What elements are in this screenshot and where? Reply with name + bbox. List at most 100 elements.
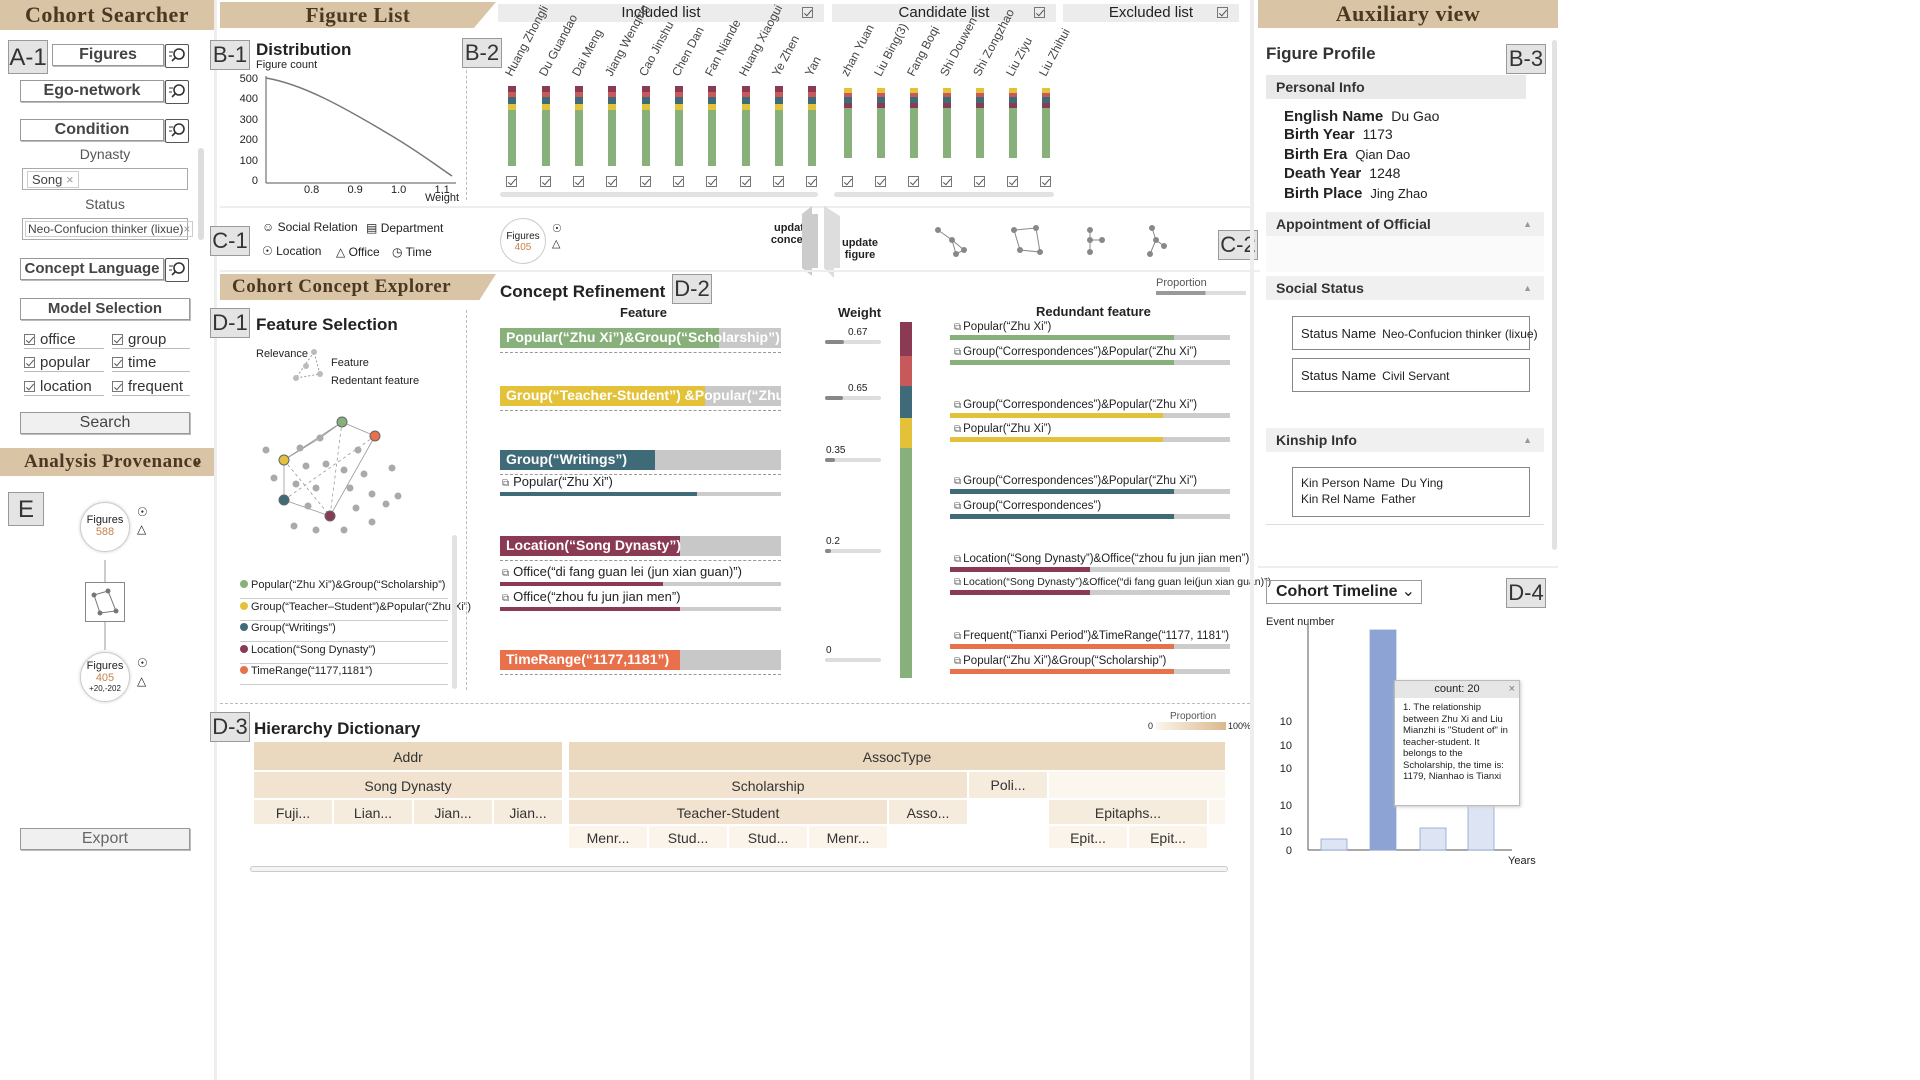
check-group[interactable]: group <box>112 331 190 349</box>
hierarchy-scrollbar[interactable] <box>250 866 1228 872</box>
hierarchy-teacher-leaf[interactable]: Menr... <box>568 825 648 849</box>
sub-feature-item[interactable]: ⧉ Office(“di fang guan lei (jun xian guan… <box>502 564 742 579</box>
figure-column[interactable]: Liu Ziyu <box>1001 0 1035 192</box>
redundant-feature-item[interactable]: ⧉ Group(“Correspondences”)&Popular(“Zhu X… <box>954 399 1197 411</box>
figure-column[interactable]: Jiang Wenqing <box>600 0 652 192</box>
feature-list-item[interactable]: Popular(“Zhu Xi”)&Group(“Scholarship”) <box>240 579 448 599</box>
figure-column[interactable]: Liu Bing(3) <box>869 0 911 192</box>
figure-checkbox[interactable] <box>842 176 853 187</box>
figure-checkbox[interactable] <box>908 176 919 187</box>
feature-list-item[interactable]: Group(“Writings”) <box>240 622 448 642</box>
feature-list-item[interactable]: Group(“Teacher–Student”)&Popular(“Zhu Xi… <box>240 601 471 621</box>
chevron-down-icon[interactable]: ⌄ <box>1402 581 1415 603</box>
weight-slider[interactable] <box>825 549 881 553</box>
dynasty-tag[interactable]: Song × <box>27 171 79 188</box>
hierarchy-scholarship[interactable]: Scholarship <box>568 771 968 799</box>
figure-column[interactable]: Huang Zhongli <box>500 0 551 192</box>
check-popular[interactable]: popular <box>24 354 104 372</box>
redundant-feature-item[interactable]: ⧉ Location(“Song Dynasty”)&Office(“di fan… <box>954 576 1271 588</box>
figure-column[interactable]: zhan Yuan <box>836 0 877 192</box>
provenance-node-1[interactable]: Figures 588 <box>80 502 130 552</box>
redundant-feature-item[interactable]: ⧉ Group(“Correspondences”)&Popular(“Zhu X… <box>954 346 1197 358</box>
hierarchy-epitaphs[interactable]: Epitaphs... <box>1048 799 1208 825</box>
feature-network[interactable] <box>260 408 420 538</box>
c1-figures-node[interactable]: Figures 405 <box>500 218 546 264</box>
concept-shape-icon-4[interactable] <box>1144 224 1170 258</box>
hierarchy-poli[interactable]: Poli... <box>968 771 1048 799</box>
figure-checkbox[interactable] <box>673 176 684 187</box>
check-office[interactable]: office <box>24 331 104 349</box>
search-button[interactable]: Search <box>20 412 190 434</box>
hierarchy-epit-leaf[interactable]: Epit... <box>1048 825 1128 849</box>
figure-checkbox[interactable] <box>740 176 751 187</box>
hierarchy-teacher-leaf[interactable]: Stud... <box>728 825 808 849</box>
sub-feature-item[interactable]: ⧉ Popular(“Zhu Xi”) <box>502 474 613 489</box>
figures-search-icon[interactable] <box>165 44 189 68</box>
redundant-feature-item[interactable]: ⧉ Group(“Correspondences”)&Popular(“Zhu X… <box>954 475 1197 487</box>
figure-checkbox[interactable] <box>806 176 817 187</box>
timeline-bar[interactable] <box>1320 838 1348 851</box>
ego-network-button[interactable]: Ego-network <box>20 80 164 102</box>
candidate-scrollbar[interactable] <box>834 192 1054 197</box>
close-icon[interactable]: × <box>1509 681 1515 698</box>
feature-bar[interactable]: Popular(“Zhu Xi”)&Group(“Scholarship”) <box>500 328 781 348</box>
figures-search-button[interactable]: Figures <box>52 44 164 66</box>
figure-checkbox[interactable] <box>540 176 551 187</box>
figure-checkbox[interactable] <box>1040 176 1051 187</box>
concept-language-search-icon[interactable] <box>165 258 189 282</box>
included-scrollbar[interactable] <box>500 192 818 197</box>
check-frequent[interactable]: frequent <box>112 378 190 396</box>
collapse-icon[interactable]: ▲ <box>1523 428 1532 452</box>
collapse-icon[interactable]: ▲ <box>1523 212 1532 236</box>
figure-column[interactable]: Fan Niande <box>700 0 743 192</box>
feature-bar[interactable]: Group(“Writings”) <box>500 450 781 470</box>
figure-checkbox[interactable] <box>773 176 784 187</box>
redundant-feature-item[interactable]: ⧉ Popular(“Zhu Xi”) <box>954 321 1051 333</box>
appointment-header[interactable]: Appointment of Official ▲ <box>1266 212 1544 236</box>
status-input[interactable]: Neo-Confucion thinker (lixue)× <box>22 218 194 240</box>
figure-checkbox[interactable] <box>573 176 584 187</box>
hierarchy-addr-leaf[interactable]: Lian... <box>333 799 413 825</box>
weight-slider[interactable] <box>825 396 881 400</box>
condition-button[interactable]: Condition <box>20 119 164 141</box>
redundant-feature-item[interactable]: ⧉ Frequent(“Tianxi Period”)&TimeRange(“11… <box>954 630 1229 642</box>
collapse-icon[interactable]: ▲ <box>1523 276 1532 300</box>
hierarchy-teacher-student[interactable]: Teacher-Student <box>568 799 888 825</box>
hierarchy-teacher-leaf[interactable]: Menr... <box>808 825 888 849</box>
figure-checkbox[interactable] <box>1007 176 1018 187</box>
feature-bar[interactable]: TimeRange(“1177,1181”) <box>500 650 781 670</box>
feature-bar[interactable]: Group(“Teacher-Student”) &Popular(“Zhu X… <box>500 386 813 406</box>
figure-column[interactable]: Ye Zhen <box>767 0 802 192</box>
figure-column[interactable]: Dai Meng <box>567 0 605 192</box>
analysis-provenance-header[interactable]: Analysis Provenance ⌄ <box>0 448 214 476</box>
hierarchy-addr-leaf[interactable]: Jian... <box>493 799 563 825</box>
figure-checkbox[interactable] <box>875 176 886 187</box>
hierarchy-teacher-leaf[interactable]: Stud... <box>648 825 728 849</box>
feature-bar[interactable]: Location(“Song Dynasty”) <box>500 536 781 556</box>
excluded-list-header[interactable]: Excluded list <box>1063 4 1239 22</box>
figure-column[interactable]: Du Guandao <box>534 0 580 192</box>
timeline-bar[interactable] <box>1419 827 1447 851</box>
update-figure-button[interactable]: update figure <box>838 237 882 261</box>
figure-checkbox[interactable] <box>506 176 517 187</box>
hierarchy-addr[interactable]: Addr <box>253 741 563 771</box>
hierarchy-song-dynasty[interactable]: Song Dynasty <box>253 771 563 799</box>
provenance-concept-node[interactable] <box>85 582 125 622</box>
figure-checkbox[interactable] <box>706 176 717 187</box>
figure-checkbox[interactable] <box>974 176 985 187</box>
redundant-feature-item[interactable]: ⧉ Group(“Correspondences”) <box>954 500 1101 512</box>
feature-list-item[interactable]: TimeRange(“1177,1181”) <box>240 665 448 685</box>
figure-column[interactable]: Chen Dan <box>667 0 707 192</box>
redundant-feature-item[interactable]: ⧉ Popular(“Zhu Xi”)&Group(“Scholarship”) <box>954 655 1166 667</box>
concept-shape-icon-3[interactable] <box>1082 224 1108 258</box>
weight-slider[interactable] <box>825 658 881 662</box>
hierarchy-addr-leaf[interactable]: Fuji... <box>253 799 333 825</box>
figure-checkbox[interactable] <box>606 176 617 187</box>
figure-column[interactable]: Huang Xiaogui <box>734 0 785 192</box>
hierarchy-epit-leaf[interactable]: Epit... <box>1128 825 1208 849</box>
weight-slider[interactable] <box>825 340 881 344</box>
cohort-timeline-select[interactable]: Cohort Timeline ⌄ <box>1266 580 1422 604</box>
figure-column[interactable]: Yan <box>800 0 828 192</box>
hierarchy-addr-leaf[interactable]: Jian... <box>413 799 493 825</box>
weight-slider[interactable] <box>825 458 881 462</box>
